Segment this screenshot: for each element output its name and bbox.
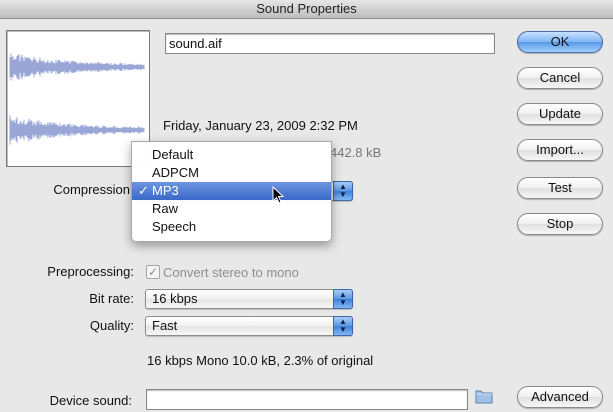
test-button[interactable]: Test [517, 177, 603, 199]
filename-field[interactable]: sound.aif [165, 33, 495, 54]
quality-value: Fast [152, 318, 178, 333]
import-button[interactable]: Import... [517, 139, 603, 161]
window-title: Sound Properties [0, 0, 613, 19]
bitrate-label: Bit rate: [89, 291, 134, 306]
option-default[interactable]: Default [132, 146, 331, 164]
ok-button[interactable]: OK [517, 31, 603, 53]
update-button[interactable]: Update [517, 103, 603, 125]
select-arrows-icon: ▲ ▼ [333, 181, 353, 201]
select-arrows-icon: ▲ ▼ [333, 289, 353, 309]
compression-dropdown[interactable]: Default ADPCM ✓ MP3 Raw Speech [131, 141, 332, 242]
select-arrows-icon: ▲ ▼ [333, 316, 353, 336]
device-sound-input[interactable] [146, 389, 468, 410]
waveform-icon [9, 53, 145, 145]
bitrate-select[interactable]: 16 kbps ▲ ▼ [145, 289, 353, 309]
folder-icon[interactable] [475, 388, 493, 404]
cancel-button[interactable]: Cancel [517, 67, 603, 89]
option-speech[interactable]: Speech [132, 218, 331, 236]
option-adpcm[interactable]: ADPCM [132, 164, 331, 182]
device-sound-label: Device sound: [49, 393, 132, 408]
convert-mono-label: Convert stereo to mono [163, 265, 299, 280]
convert-mono-checkbox[interactable]: ✓ [146, 265, 160, 279]
compression-summary: 16 kbps Mono 10.0 kB, 2.3% of original [147, 353, 374, 368]
option-raw[interactable]: Raw [132, 200, 331, 218]
advanced-button[interactable]: Advanced [517, 386, 603, 408]
file-info: 442.8 kB [330, 145, 382, 160]
preprocessing-label: Preprocessing: [47, 264, 134, 279]
quality-select[interactable]: Fast ▲ ▼ [145, 316, 353, 336]
stop-button[interactable]: Stop [517, 213, 603, 235]
waveform-preview [6, 30, 150, 167]
compression-label: Compression [53, 182, 130, 197]
checkmark-icon: ✓ [138, 183, 149, 198]
bitrate-value: 16 kbps [152, 291, 198, 306]
option-mp3[interactable]: ✓ MP3 [132, 182, 331, 200]
quality-label: Quality: [89, 318, 134, 333]
file-date: Friday, January 23, 2009 2:32 PM [163, 118, 358, 133]
cursor-icon [272, 186, 285, 204]
